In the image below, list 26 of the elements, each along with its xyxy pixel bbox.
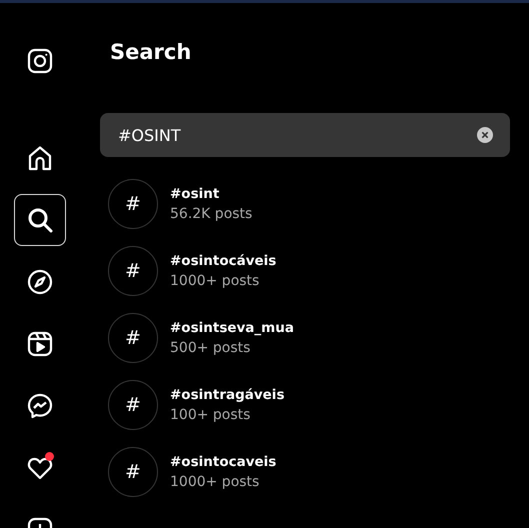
compass-icon [27,269,53,295]
home-icon [27,145,53,171]
hashtag-icon: # [108,447,158,497]
panel-title: Search [110,39,192,66]
reels-icon [27,331,53,357]
hashtag-icon: # [108,179,158,229]
nav-item[interactable] [14,194,66,246]
hashtag-icon: # [108,313,158,363]
hashtag-icon: # [108,380,158,430]
post-count: 100+ posts [170,406,252,424]
hashtag-name[interactable]: #osintocáveis [170,252,276,270]
hashtag-name[interactable]: #osint [170,184,252,204]
hashtag-name[interactable]: #osintseva_mua [170,318,294,338]
hashtag-name[interactable]: #osintocaveis [170,452,276,472]
heart-icon [27,455,53,481]
logo-icon[interactable] [27,48,53,74]
post-count: 500+ posts [170,338,252,358]
post-count: 56.2K posts [170,204,252,224]
search-field[interactable]: #OSINT [100,113,510,157]
messenger-icon [27,393,53,419]
post-count: 1000+ posts [170,272,260,290]
clear-icon[interactable] [477,127,493,143]
hashtag-name[interactable]: #osintragáveis [170,386,284,404]
hashtag-icon: # [108,246,158,296]
search-icon [27,207,53,233]
post-count: 1000+ posts [170,472,260,492]
